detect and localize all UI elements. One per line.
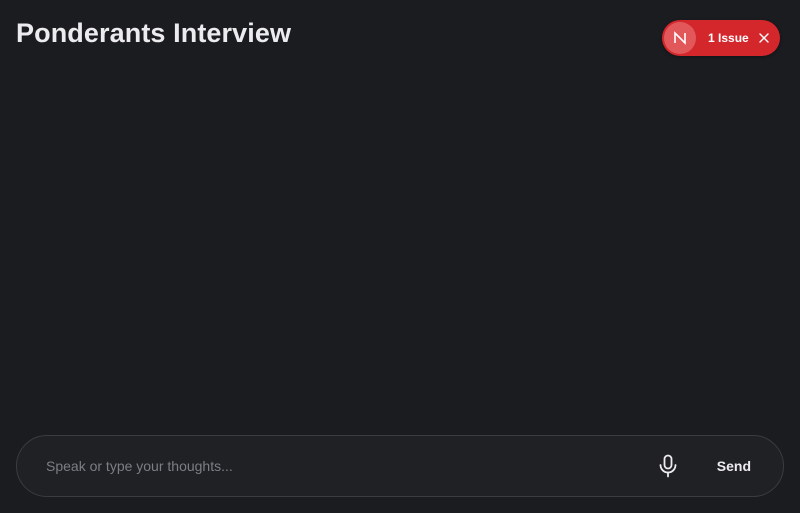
close-icon[interactable] xyxy=(757,31,771,45)
issue-indicator[interactable]: 1 Issue xyxy=(662,20,780,56)
send-button[interactable]: Send xyxy=(703,452,767,480)
mic-button[interactable] xyxy=(653,451,683,481)
issue-count-label: 1 Issue xyxy=(708,31,749,45)
n-logo-icon xyxy=(674,31,686,45)
page-title: Ponderants Interview xyxy=(16,18,292,48)
interview-page: Ponderants Interview 1 Issue Send xyxy=(0,0,800,513)
message-composer: Send xyxy=(16,435,784,497)
microphone-icon xyxy=(659,454,677,478)
issue-avatar xyxy=(664,22,696,54)
message-input[interactable] xyxy=(46,451,653,481)
